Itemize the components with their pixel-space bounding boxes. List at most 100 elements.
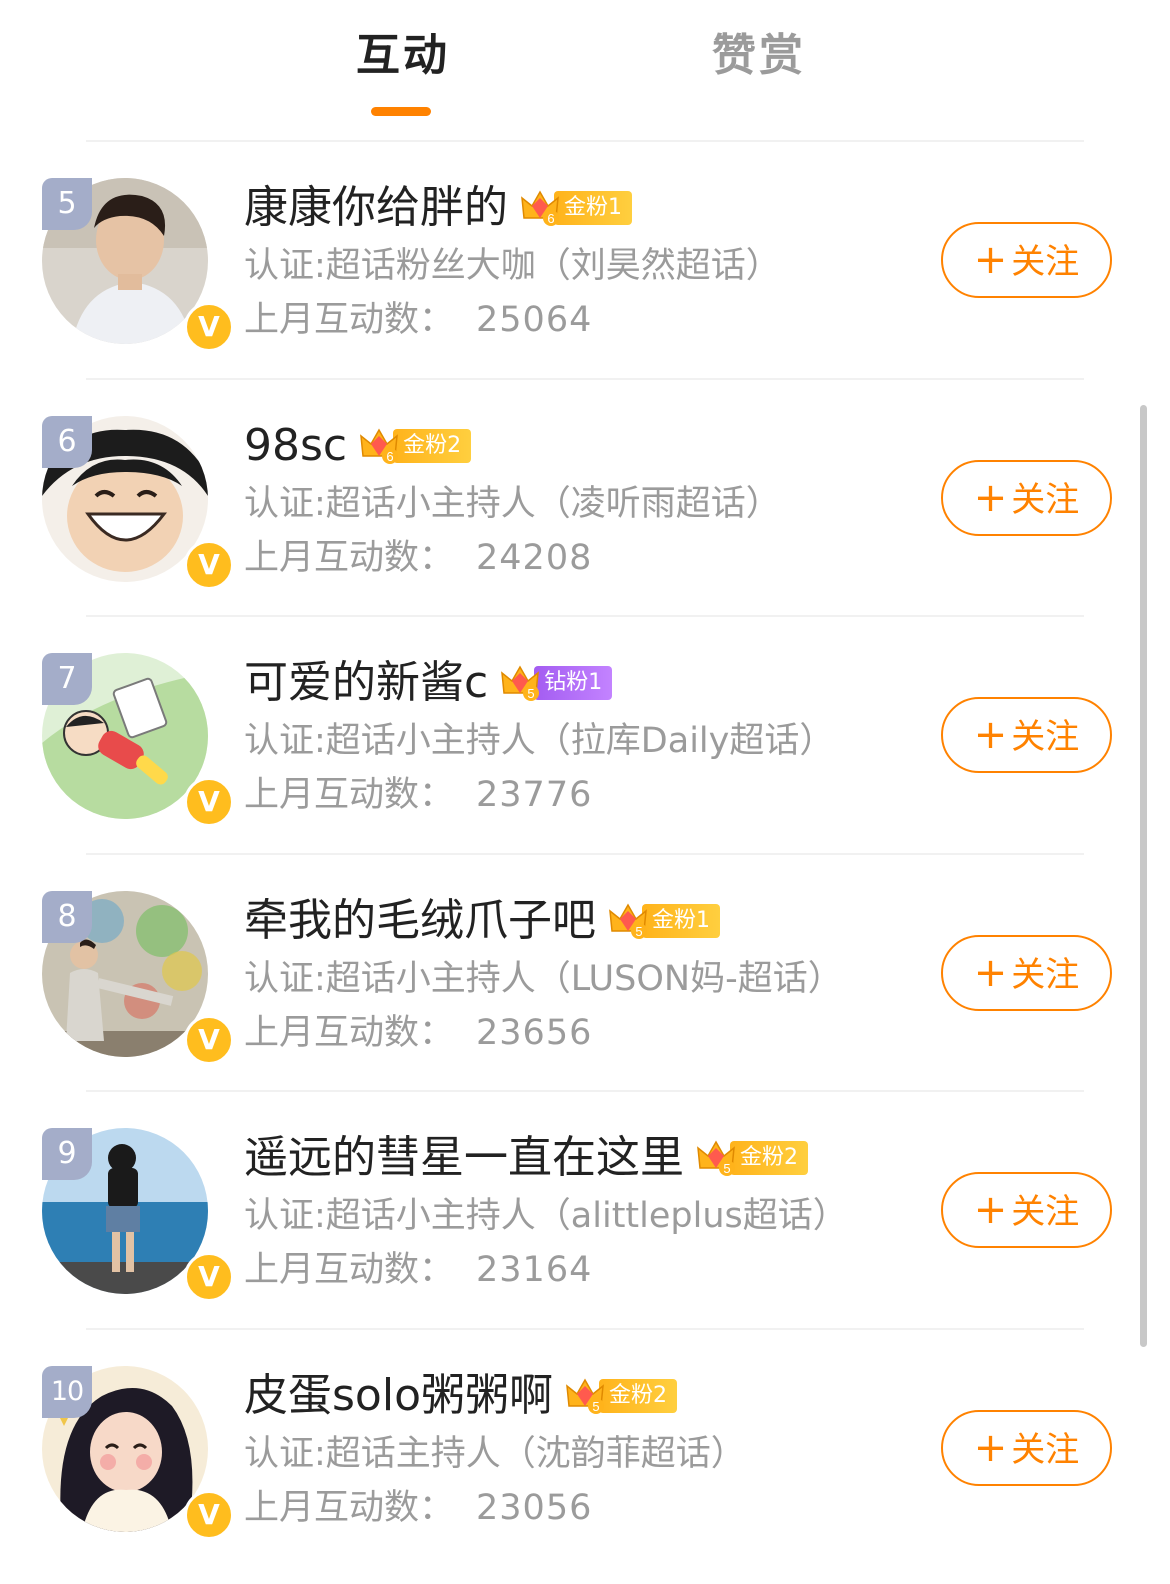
interaction-count: 上月互动数： 23776 (244, 771, 592, 819)
tab-reward[interactable]: 赞赏 (712, 26, 806, 86)
follow-label: 关注 (1011, 717, 1080, 758)
tab-bar: 互动 赞赏 (0, 0, 1170, 142)
svg-text:5: 5 (723, 1161, 730, 1176)
list-item[interactable]: 9 V 遥远的彗星一直在这里 5 金粉2 认证:超话小主持人（alittlepl… (0, 1092, 1170, 1330)
verified-icon: V (184, 302, 234, 352)
certification-text: 认证:超话主持人（沈韵菲超话） (244, 1433, 746, 1474)
certification-text: 认证:超话小主持人（LUSON妈-超话） (244, 958, 843, 999)
user-name[interactable]: 98sc (244, 418, 347, 474)
fan-badge-label: 金粉2 (730, 1141, 808, 1176)
fan-list: 5 V 康康你给胖的 6 金粉1 认证:超话粉丝大咖（刘昊然超话） 上月互动数：… (0, 142, 1170, 1568)
list-item[interactable]: 10 V 皮蛋solo粥粥啊 5 金粉2 认证:超话主持人（沈韵菲超话） 上月互… (0, 1330, 1170, 1568)
count-label: 上月互动数： (244, 1487, 455, 1528)
rank-badge: 10 (42, 1365, 92, 1418)
count-value: 25064 (476, 300, 593, 340)
user-name[interactable]: 皮蛋solo粥粥啊 (244, 1368, 553, 1424)
fan-level-badge: 5 钻粉1 (500, 663, 613, 703)
follow-label: 关注 (1011, 242, 1080, 282)
crown-icon: 5 (697, 1140, 735, 1177)
tab-interaction[interactable]: 互动 (356, 26, 450, 86)
interaction-count: 上月互动数： 23656 (244, 1009, 592, 1057)
count-value: 24208 (476, 537, 593, 578)
scrollbar[interactable] (1140, 405, 1147, 1347)
verified-icon: V (184, 1489, 234, 1540)
svg-text:5: 5 (528, 686, 535, 701)
user-name[interactable]: 可爱的新酱c (244, 655, 488, 711)
crown-icon: 6 (360, 428, 399, 464)
certification-text: 认证:超话小主持人（凌听雨超话） (244, 483, 781, 524)
follow-button[interactable]: + 关注 (941, 697, 1112, 774)
follow-button[interactable]: + 关注 (941, 1409, 1112, 1486)
fan-level-badge: 6 金粉2 (359, 426, 472, 466)
plus-icon: + (973, 1187, 1008, 1234)
fan-badge-label: 金粉1 (554, 191, 632, 225)
count-label: 上月互动数： (244, 537, 455, 578)
fan-level-badge: 5 金粉1 (608, 901, 720, 941)
svg-text:6: 6 (386, 449, 393, 464)
certification-text: 认证:超话小主持人（拉库Daily超话） (244, 721, 835, 762)
count-label: 上月互动数： (244, 300, 455, 340)
follow-button[interactable]: + 关注 (941, 459, 1112, 536)
fan-badge-label: 金粉1 (642, 903, 720, 938)
follow-button[interactable]: + 关注 (941, 222, 1112, 298)
count-label: 上月互动数： (244, 1012, 455, 1053)
plus-icon: + (973, 237, 1008, 283)
list-item[interactable]: 8 V 牵我的毛绒爪子吧 5 金粉1 认证:超话小主持人（LUSON妈-超话） … (0, 855, 1170, 1093)
interaction-count: 上月互动数： 24208 (244, 534, 592, 582)
count-label: 上月互动数： (244, 775, 455, 816)
fan-level-badge: 5 金粉2 (565, 1376, 677, 1416)
verified-icon: V (184, 1252, 234, 1303)
verified-icon: V (184, 777, 234, 828)
fan-level-badge: 6 金粉1 (520, 188, 632, 228)
svg-text:5: 5 (635, 924, 642, 939)
fan-badge-label: 金粉2 (599, 1378, 677, 1413)
plus-icon: + (973, 474, 1008, 521)
count-value: 23656 (476, 1012, 593, 1053)
rank-badge: 6 (42, 415, 92, 468)
rank-badge: 7 (42, 653, 92, 706)
svg-text:5: 5 (592, 1399, 599, 1414)
svg-text:6: 6 (547, 211, 554, 226)
rank-badge: 5 (42, 178, 92, 230)
follow-button[interactable]: + 关注 (941, 1172, 1112, 1249)
plus-icon: + (973, 1424, 1008, 1471)
avatar[interactable]: 8 V (42, 890, 234, 1065)
certification-text: 认证:超话小主持人（alittleplus超话） (244, 1196, 848, 1237)
user-name[interactable]: 康康你给胖的 (244, 180, 508, 236)
fan-badge-label: 金粉2 (393, 428, 472, 463)
follow-label: 关注 (1011, 1429, 1080, 1470)
active-tab-indicator (371, 107, 431, 116)
interaction-count: 上月互动数： 25064 (244, 296, 592, 344)
crown-icon: 6 (521, 190, 559, 226)
count-value: 23776 (476, 775, 593, 816)
rank-badge: 9 (42, 1128, 92, 1181)
interaction-count: 上月互动数： 23164 (244, 1246, 592, 1294)
follow-label: 关注 (1011, 1192, 1080, 1233)
follow-button[interactable]: + 关注 (941, 934, 1112, 1011)
crown-icon: 5 (501, 665, 540, 702)
verified-icon: V (184, 539, 234, 590)
interaction-count: 上月互动数： 23056 (244, 1484, 592, 1532)
avatar[interactable]: 6 V (42, 415, 234, 590)
crown-icon: 5 (566, 1378, 604, 1414)
avatar[interactable]: 10 V (42, 1365, 234, 1540)
user-name[interactable]: 牵我的毛绒爪子吧 (244, 893, 596, 949)
plus-icon: + (973, 949, 1008, 996)
rank-badge: 8 (42, 890, 92, 943)
follow-label: 关注 (1011, 479, 1080, 520)
verified-icon: V (184, 1014, 234, 1065)
list-item[interactable]: 6 V 98sc 6 金粉2 认证:超话小主持人（凌听雨超话） 上月互动数： 24… (0, 380, 1170, 618)
list-item[interactable]: 7 V 可爱的新酱c 5 钻粉1 认证:超话小主持人（拉库Daily超话） 上月… (0, 617, 1170, 855)
user-name[interactable]: 遥远的彗星一直在这里 (244, 1130, 684, 1186)
count-value: 23164 (476, 1250, 593, 1291)
avatar[interactable]: 9 V (42, 1128, 234, 1303)
fan-badge-label: 钻粉1 (534, 666, 613, 701)
certification-text: 认证:超话粉丝大咖（刘昊然超话） (244, 246, 781, 286)
count-label: 上月互动数： (244, 1250, 455, 1291)
list-item[interactable]: 5 V 康康你给胖的 6 金粉1 认证:超话粉丝大咖（刘昊然超话） 上月互动数：… (0, 142, 1170, 380)
avatar[interactable]: 5 V (42, 178, 234, 352)
count-value: 23056 (476, 1487, 593, 1528)
fan-level-badge: 5 金粉2 (696, 1138, 808, 1178)
avatar[interactable]: 7 V (42, 653, 234, 828)
crown-icon: 5 (609, 903, 647, 939)
